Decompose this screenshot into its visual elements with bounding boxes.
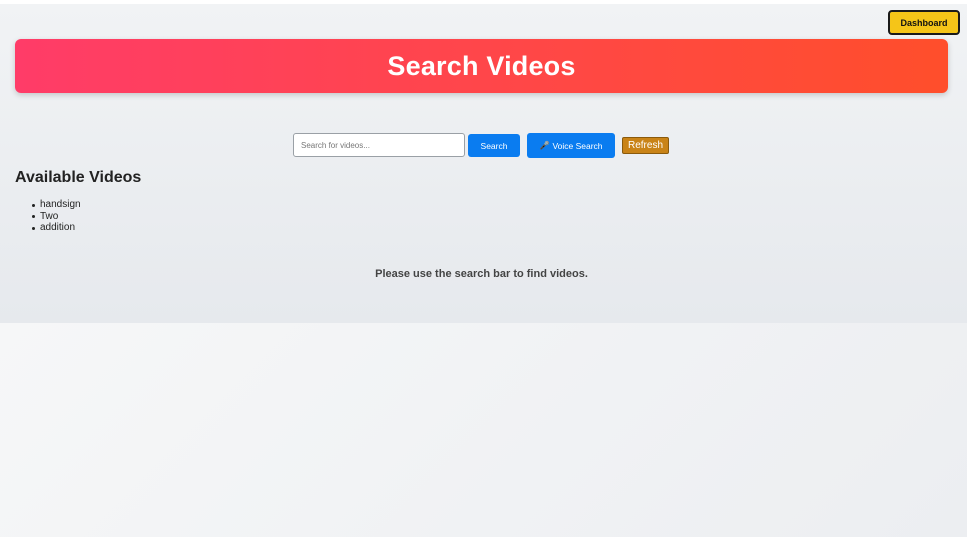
header-banner: Search Videos [15, 39, 948, 93]
page-title: Search Videos [387, 50, 576, 81]
voice-search-label: Voice Search [552, 140, 603, 151]
bottom-strip [0, 537, 967, 541]
search-input[interactable] [293, 133, 465, 157]
voice-search-button[interactable]: 🎤 Voice Search [527, 133, 615, 158]
microphone-icon: 🎤 [539, 141, 550, 150]
video-list: handsign Two addition [32, 199, 81, 234]
dashboard-button[interactable]: Dashboard [888, 10, 960, 35]
search-hint-message: Please use the search bar to find videos… [375, 268, 588, 280]
refresh-button[interactable]: Refresh [622, 137, 669, 154]
video-list-item[interactable]: Two [32, 211, 81, 223]
video-list-item[interactable]: addition [32, 222, 81, 234]
video-list-item[interactable]: handsign [32, 199, 81, 211]
empty-lower-area [0, 323, 967, 537]
search-button[interactable]: Search [468, 134, 520, 157]
available-videos-heading: Available Videos [15, 169, 142, 186]
